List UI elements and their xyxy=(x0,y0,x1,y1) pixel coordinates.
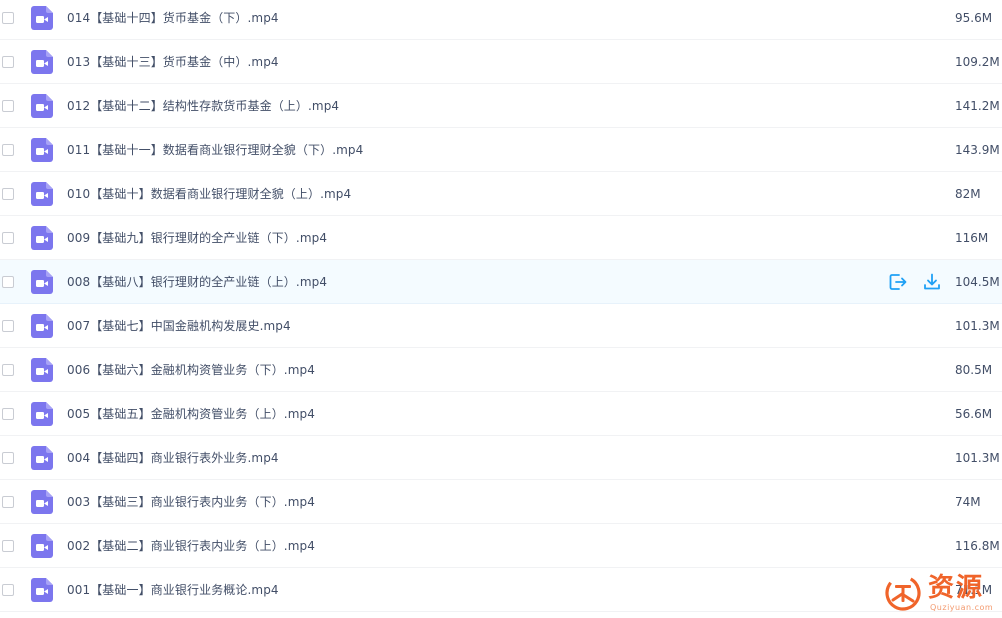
watermark: 资源 Quziyuan.com xyxy=(884,572,1002,618)
row-checkbox[interactable] xyxy=(2,187,14,200)
row-checkbox[interactable] xyxy=(2,231,14,244)
file-name[interactable]: 009【基础九】银行理财的全产业链（下）.mp4 xyxy=(67,229,327,246)
file-row[interactable]: 010【基础十】数据看商业银行理财全貌（上）.mp4 82M xyxy=(0,172,1002,216)
file-name[interactable]: 001【基础一】商业银行业务概论.mp4 xyxy=(67,581,279,598)
file-row[interactable]: 009【基础九】银行理财的全产业链（下）.mp4 116M xyxy=(0,216,1002,260)
row-checkbox[interactable] xyxy=(2,143,14,156)
file-row[interactable]: 007【基础七】中国金融机构发展史.mp4 101.3M xyxy=(0,304,1002,348)
video-file-icon xyxy=(31,533,53,558)
file-row[interactable]: 005【基础五】金融机构资管业务（上）.mp4 56.6M xyxy=(0,392,1002,436)
file-name[interactable]: 014【基础十四】货币基金（下）.mp4 xyxy=(67,9,279,26)
row-checkbox[interactable] xyxy=(2,99,14,112)
file-size: 56.6M xyxy=(955,406,993,421)
row-checkbox[interactable] xyxy=(2,583,14,596)
file-size: 116.8M xyxy=(955,538,1000,553)
file-size: 95.6M xyxy=(955,10,993,25)
file-size: 141.2M xyxy=(955,98,1000,113)
row-checkbox[interactable] xyxy=(2,407,14,420)
file-row[interactable]: 012【基础十二】结构性存款货币基金（上）.mp4 141.2M xyxy=(0,84,1002,128)
file-size: 101.3M xyxy=(955,450,1000,465)
row-checkbox[interactable] xyxy=(2,495,14,508)
video-file-icon xyxy=(31,269,53,294)
video-file-icon xyxy=(31,225,53,250)
file-row[interactable]: 004【基础四】商业银行表外业务.mp4 101.3M xyxy=(0,436,1002,480)
video-file-icon xyxy=(31,313,53,338)
video-file-icon xyxy=(31,137,53,162)
row-checkbox[interactable] xyxy=(2,539,14,552)
file-size: 109.2M xyxy=(955,54,1000,69)
file-row-hovered[interactable]: 008【基础八】银行理财的全产业链（上）.mp4 104.5M xyxy=(0,260,1002,304)
share-icon[interactable] xyxy=(888,272,908,292)
file-row[interactable]: 002【基础二】商业银行表内业务（上）.mp4 116.8M xyxy=(0,524,1002,568)
row-actions xyxy=(888,272,942,292)
row-checkbox[interactable] xyxy=(2,363,14,376)
file-name[interactable]: 010【基础十】数据看商业银行理财全貌（上）.mp4 xyxy=(67,185,351,202)
row-checkbox[interactable] xyxy=(2,11,14,24)
file-name[interactable]: 003【基础三】商业银行表内业务（下）.mp4 xyxy=(67,493,315,510)
file-row[interactable]: 014【基础十四】货币基金（下）.mp4 95.6M xyxy=(0,0,1002,40)
file-row[interactable]: 006【基础六】金融机构资管业务（下）.mp4 80.5M xyxy=(0,348,1002,392)
watermark-title: 资源 xyxy=(928,573,985,603)
file-row[interactable]: 003【基础三】商业银行表内业务（下）.mp4 74M xyxy=(0,480,1002,524)
file-size: 104.5M xyxy=(955,274,1000,289)
row-checkbox[interactable] xyxy=(2,55,14,68)
video-file-icon xyxy=(31,93,53,118)
file-list: 014【基础十四】货币基金（下）.mp4 95.6M 013【基础十三】货币基金… xyxy=(0,0,1002,612)
file-row[interactable]: 013【基础十三】货币基金（中）.mp4 109.2M xyxy=(0,40,1002,84)
video-file-icon xyxy=(31,489,53,514)
video-file-icon xyxy=(31,445,53,470)
file-size: 80.5M xyxy=(955,362,993,377)
file-name[interactable]: 011【基础十一】数据看商业银行理财全貌（下）.mp4 xyxy=(67,141,363,158)
row-checkbox[interactable] xyxy=(2,275,14,288)
file-name[interactable]: 013【基础十三】货币基金（中）.mp4 xyxy=(67,53,279,70)
video-file-icon xyxy=(31,577,53,602)
file-row[interactable]: 001【基础一】商业银行业务概论.mp4 71.1M xyxy=(0,568,1002,612)
video-file-icon xyxy=(31,357,53,382)
file-name[interactable]: 002【基础二】商业银行表内业务（上）.mp4 xyxy=(67,537,315,554)
file-name[interactable]: 012【基础十二】结构性存款货币基金（上）.mp4 xyxy=(67,97,339,114)
video-file-icon xyxy=(31,49,53,74)
file-size: 82M xyxy=(955,186,981,201)
file-size: 101.3M xyxy=(955,318,1000,333)
file-name[interactable]: 005【基础五】金融机构资管业务（上）.mp4 xyxy=(67,405,315,422)
file-name[interactable]: 007【基础七】中国金融机构发展史.mp4 xyxy=(67,317,291,334)
row-checkbox[interactable] xyxy=(2,319,14,332)
file-size: 74M xyxy=(955,494,981,509)
file-size: 143.9M xyxy=(955,142,1000,157)
watermark-logo-icon xyxy=(885,575,921,611)
video-file-icon xyxy=(31,181,53,206)
row-checkbox[interactable] xyxy=(2,451,14,464)
file-row[interactable]: 011【基础十一】数据看商业银行理财全貌（下）.mp4 143.9M xyxy=(0,128,1002,172)
download-icon[interactable] xyxy=(922,272,942,292)
file-name[interactable]: 008【基础八】银行理财的全产业链（上）.mp4 xyxy=(67,273,327,290)
file-name[interactable]: 006【基础六】金融机构资管业务（下）.mp4 xyxy=(67,361,315,378)
video-file-icon xyxy=(31,5,53,30)
video-file-icon xyxy=(31,401,53,426)
file-size: 116M xyxy=(955,230,989,245)
watermark-subtitle: Quziyuan.com xyxy=(930,603,994,612)
file-name[interactable]: 004【基础四】商业银行表外业务.mp4 xyxy=(67,449,279,466)
